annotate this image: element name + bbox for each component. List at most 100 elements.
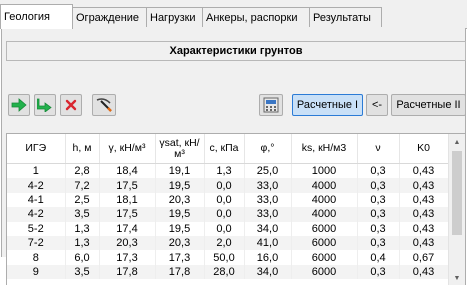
cell-gamma_sat[interactable]: 20,3 [155,192,205,208]
cell-nu[interactable]: 0,3 [357,192,400,208]
cell-gamma_sat[interactable]: 20,3 [155,235,205,251]
cell-phi[interactable]: 33,0 [244,192,292,208]
cell-k0[interactable]: 0,43 [399,163,449,179]
cell-h[interactable]: 1,3 [65,221,100,236]
cell-k0[interactable]: 0,43 [399,178,449,193]
tab-geology[interactable]: Геология [0,4,73,29]
cell-nu[interactable]: 0,3 [357,235,400,251]
cell-c[interactable]: 0,0 [204,221,245,236]
calculator-button[interactable] [259,94,283,116]
table-row[interactable]: 5-2 1,3 17,4 19,5 0,0 34,0 6000 0,3 0,43 [7,221,449,236]
cell-gamma[interactable]: 17,8 [99,264,156,280]
table-row[interactable]: 4-2 7,2 17,5 19,5 0,0 33,0 4000 0,3 0,43 [7,178,449,193]
pick-soil-button[interactable] [92,94,116,116]
vertical-scrollbar[interactable]: ▲ ▼ [448,134,465,285]
cell-k0[interactable]: 0,67 [399,250,449,265]
calc-i-button[interactable]: Расчетные I [292,94,363,116]
cell-c[interactable]: 1,3 [204,163,245,179]
cell-gamma[interactable]: 17,3 [99,250,156,265]
cell-ige[interactable]: 7-2 [7,235,66,251]
column-header-gamma[interactable]: γ, кН/м³ [99,134,156,164]
cell-nu[interactable]: 0,3 [357,264,400,280]
cell-ige[interactable]: 4-2 [7,207,66,222]
cell-h[interactable]: 7,2 [65,178,100,193]
column-header-h[interactable]: h, м [65,134,100,164]
column-header-k0[interactable]: K0 [399,134,449,164]
column-header-ige[interactable]: ИГЭ [7,134,66,164]
cell-k0[interactable]: 0,43 [399,207,449,222]
table-row[interactable]: 8 6,0 17,3 17,3 50,0 16,0 6000 0,4 0,67 [7,250,449,265]
cell-k0[interactable]: 0,43 [399,235,449,251]
cell-ks[interactable]: 4000 [291,192,358,208]
tab-anchors[interactable]: Анкеры, распорки [202,7,310,27]
column-header-gamma_sat[interactable]: γsat, кН/м³ [155,134,205,164]
cell-gamma_sat[interactable]: 19,5 [155,221,205,236]
cell-gamma_sat[interactable]: 17,8 [155,264,205,280]
column-header-ks[interactable]: ks, кН/м3 [291,134,358,164]
cell-ige[interactable]: 5-2 [7,221,66,236]
cell-c[interactable]: 2,0 [204,235,245,251]
scroll-thumb[interactable] [452,151,462,235]
cell-c[interactable]: 50,0 [204,250,245,265]
cell-nu[interactable]: 0,3 [357,221,400,236]
table-row[interactable]: 1 2,8 18,4 19,1 1,3 25,0 1000 0,3 0,43 [7,163,449,179]
cell-c[interactable]: 0,0 [204,192,245,208]
cell-nu[interactable]: 0,3 [357,178,400,193]
cell-ige[interactable]: 8 [7,250,66,265]
insert-row-button[interactable] [34,94,56,116]
cell-gamma[interactable]: 18,1 [99,192,156,208]
cell-gamma_sat[interactable]: 19,5 [155,207,205,222]
cell-ks[interactable]: 4000 [291,178,358,193]
cell-k0[interactable]: 0,43 [399,192,449,208]
cell-c[interactable]: 0,0 [204,178,245,193]
cell-gamma[interactable]: 17,5 [99,207,156,222]
cell-ks[interactable]: 6000 [291,250,358,265]
table-row[interactable]: 9 3,5 17,8 17,8 28,0 34,0 6000 0,3 0,43 [7,264,449,280]
cell-h[interactable]: 2,8 [65,163,100,179]
cell-gamma[interactable]: 17,5 [99,178,156,193]
cell-h[interactable]: 2,5 [65,192,100,208]
cell-ks[interactable]: 6000 [291,221,358,236]
cell-phi[interactable]: 33,0 [244,178,292,193]
calc-ii-button[interactable]: Расчетные II [391,94,466,116]
column-header-c[interactable]: c, кПа [204,134,245,164]
table-row[interactable]: 7-2 1,3 20,3 20,3 2,0 41,0 6000 0,3 0,43 [7,235,449,251]
cell-phi[interactable]: 41,0 [244,235,292,251]
cell-k0[interactable]: 0,43 [399,264,449,280]
cell-nu[interactable]: 0,4 [357,250,400,265]
cell-ks[interactable]: 4000 [291,207,358,222]
scroll-down-icon[interactable]: ▼ [449,270,465,285]
cell-gamma[interactable]: 18,4 [99,163,156,179]
tab-results[interactable]: Результаты [309,7,382,27]
table-row[interactable]: 4-1 2,5 18,1 20,3 0,0 33,0 4000 0,3 0,43 [7,192,449,208]
cell-ige[interactable]: 4-1 [7,192,66,208]
cell-gamma_sat[interactable]: 19,1 [155,163,205,179]
delete-row-button[interactable] [60,94,82,116]
cell-phi[interactable]: 33,0 [244,207,292,222]
cell-ks[interactable]: 6000 [291,264,358,280]
cell-gamma_sat[interactable]: 17,3 [155,250,205,265]
cell-h[interactable]: 3,5 [65,207,100,222]
cell-gamma[interactable]: 20,3 [99,235,156,251]
cell-h[interactable]: 1,3 [65,235,100,251]
cell-h[interactable]: 3,5 [65,264,100,280]
cell-nu[interactable]: 0,3 [357,207,400,222]
cell-ige[interactable]: 9 [7,264,66,280]
cell-k0[interactable]: 0,43 [399,221,449,236]
cell-ige[interactable]: 1 [7,163,66,179]
cell-c[interactable]: 0,0 [204,207,245,222]
column-header-nu[interactable]: ν [357,134,400,164]
tab-enclosure[interactable]: Ограждение [72,7,147,27]
cell-gamma_sat[interactable]: 19,5 [155,178,205,193]
tab-loads[interactable]: Нагрузки [146,7,203,27]
cell-phi[interactable]: 34,0 [244,264,292,280]
cell-c[interactable]: 28,0 [204,264,245,280]
cell-phi[interactable]: 16,0 [244,250,292,265]
add-row-button[interactable] [8,94,30,116]
cell-ige[interactable]: 4-2 [7,178,66,193]
column-header-phi[interactable]: φ,° [244,134,292,164]
cell-nu[interactable]: 0,3 [357,163,400,179]
cell-ks[interactable]: 6000 [291,235,358,251]
scroll-up-icon[interactable]: ▲ [449,134,465,150]
cell-ks[interactable]: 1000 [291,163,358,179]
